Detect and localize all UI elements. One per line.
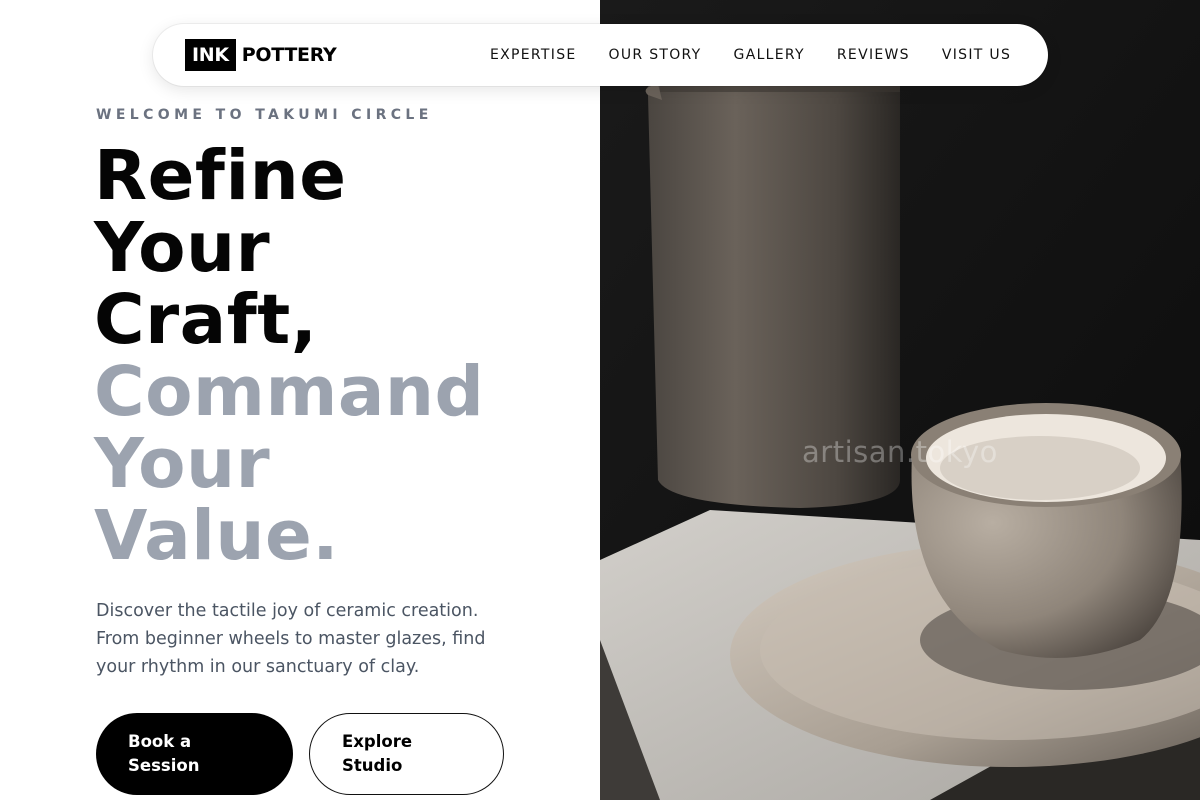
book-session-label: Book a Session [128, 732, 200, 775]
headline-line: Craft, [94, 280, 318, 360]
nav-link-reviews[interactable]: REVIEWS [837, 47, 910, 63]
book-session-button[interactable]: Book a Session [96, 713, 293, 795]
explore-studio-label: Explore Studio [342, 732, 413, 775]
main-nav: INK POTTERY EXPERTISE OUR STORY GALLERY … [153, 24, 1048, 86]
nav-link-gallery[interactable]: GALLERY [734, 47, 805, 63]
hero-headline: Refine Your Craft, Command Your Value. [94, 140, 484, 572]
headline-line-muted: Value. [94, 496, 339, 576]
pottery-illustration [600, 0, 1200, 800]
hero-eyebrow: WELCOME TO TAKUMI CIRCLE [96, 107, 433, 123]
headline-line: Your [94, 208, 271, 288]
headline-line-muted: Your [94, 424, 271, 504]
headline-line: Refine [94, 136, 347, 216]
hero-description: Discover the tactile joy of ceramic crea… [96, 601, 486, 677]
nav-links: EXPERTISE OUR STORY GALLERY REVIEWS VISI… [490, 24, 1011, 86]
logo-mark: INK [185, 39, 236, 71]
logo-wordmark: POTTERY [241, 44, 337, 66]
nav-link-visit-us[interactable]: VISIT US [942, 47, 1011, 63]
headline-line-muted: Command [94, 352, 485, 432]
nav-link-our-story[interactable]: OUR STORY [609, 47, 702, 63]
nav-link-expertise[interactable]: EXPERTISE [490, 47, 577, 63]
brand-logo[interactable]: INK POTTERY [185, 39, 337, 71]
explore-studio-button[interactable]: Explore Studio [309, 713, 504, 795]
photo-watermark: artisan.tokyo [802, 435, 998, 469]
hero-photo: artisan.tokyo [600, 0, 1200, 800]
